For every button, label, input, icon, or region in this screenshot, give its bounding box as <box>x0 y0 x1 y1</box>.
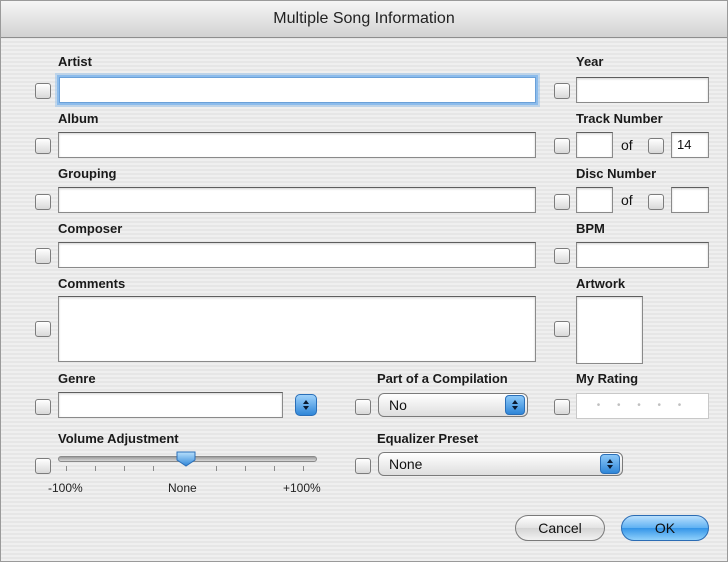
volume-slider-knob[interactable] <box>176 451 196 467</box>
artist-field[interactable] <box>59 77 536 103</box>
compilation-popup[interactable]: No <box>378 393 528 417</box>
compilation-value: No <box>389 397 407 413</box>
album-apply-checkbox[interactable] <box>35 138 51 154</box>
artwork-label: Artwork <box>576 276 626 291</box>
disc-number-field[interactable] <box>576 187 613 213</box>
track-of-label: of <box>621 137 633 153</box>
equalizer-label: Equalizer Preset <box>377 431 479 446</box>
up-down-arrows-icon <box>601 455 619 473</box>
comments-apply-checkbox[interactable] <box>35 321 51 337</box>
genre-label: Genre <box>58 371 96 386</box>
equalizer-value: None <box>389 456 423 472</box>
track-number-label: Track Number <box>576 111 663 126</box>
comments-field[interactable] <box>58 296 536 362</box>
rating-label: My Rating <box>576 371 639 386</box>
ok-button[interactable]: OK <box>621 515 709 541</box>
slider-tick <box>95 466 96 471</box>
equalizer-apply-checkbox[interactable] <box>355 458 371 474</box>
track-total-field[interactable]: 14 <box>671 132 709 158</box>
dialog-title: Multiple Song Information <box>1 1 727 38</box>
album-label: Album <box>58 111 99 126</box>
genre-popup-button[interactable] <box>295 394 317 416</box>
disc-of-label: of <box>621 192 633 208</box>
up-down-arrows-icon <box>506 396 524 414</box>
volume-max-label: +100% <box>283 481 321 495</box>
popup-arrows <box>600 454 620 474</box>
track-number-apply-checkbox[interactable] <box>554 138 570 154</box>
artwork-apply-checkbox[interactable] <box>554 321 570 337</box>
track-number-field[interactable] <box>576 132 613 158</box>
artist-apply-checkbox[interactable] <box>35 83 51 99</box>
track-total-apply-checkbox[interactable] <box>648 138 664 154</box>
genre-field[interactable] <box>58 392 283 418</box>
artwork-well[interactable] <box>576 296 643 364</box>
composer-label: Composer <box>58 221 123 236</box>
year-label: Year <box>576 54 604 69</box>
disc-total-apply-checkbox[interactable] <box>648 194 664 210</box>
volume-min-label: -100% <box>48 481 83 495</box>
compilation-label: Part of a Compilation <box>377 371 508 386</box>
slider-tick <box>124 466 125 471</box>
slider-tick <box>303 466 304 471</box>
album-field[interactable] <box>58 132 536 158</box>
bpm-field[interactable] <box>576 242 709 268</box>
composer-field[interactable] <box>58 242 536 268</box>
slider-tick <box>216 466 217 471</box>
year-field[interactable] <box>576 77 709 103</box>
cancel-button[interactable]: Cancel <box>515 515 605 541</box>
equalizer-popup[interactable]: None <box>378 452 623 476</box>
year-apply-checkbox[interactable] <box>554 83 570 99</box>
genre-apply-checkbox[interactable] <box>35 399 51 415</box>
grouping-label: Grouping <box>58 166 117 181</box>
volume-apply-checkbox[interactable] <box>35 458 51 474</box>
bpm-label: BPM <box>576 221 605 236</box>
popup-arrows <box>505 395 525 415</box>
slider-tick <box>245 466 246 471</box>
rating-control[interactable]: • • • • • <box>576 393 709 419</box>
grouping-apply-checkbox[interactable] <box>35 194 51 210</box>
volume-label: Volume Adjustment <box>58 431 179 446</box>
artist-label: Artist <box>58 54 92 69</box>
rating-apply-checkbox[interactable] <box>554 399 570 415</box>
volume-mid-label: None <box>168 481 197 495</box>
up-down-arrows-icon <box>296 395 316 415</box>
multiple-song-info-dialog: Multiple Song Information Artist Album G… <box>0 0 728 562</box>
slider-tick <box>153 466 154 471</box>
slider-tick <box>66 466 67 471</box>
disc-number-label: Disc Number <box>576 166 657 181</box>
grouping-field[interactable] <box>58 187 536 213</box>
bpm-apply-checkbox[interactable] <box>554 248 570 264</box>
disc-total-field[interactable] <box>671 187 709 213</box>
disc-number-apply-checkbox[interactable] <box>554 194 570 210</box>
compilation-apply-checkbox[interactable] <box>355 399 371 415</box>
comments-label: Comments <box>58 276 126 291</box>
slider-tick <box>274 466 275 471</box>
composer-apply-checkbox[interactable] <box>35 248 51 264</box>
